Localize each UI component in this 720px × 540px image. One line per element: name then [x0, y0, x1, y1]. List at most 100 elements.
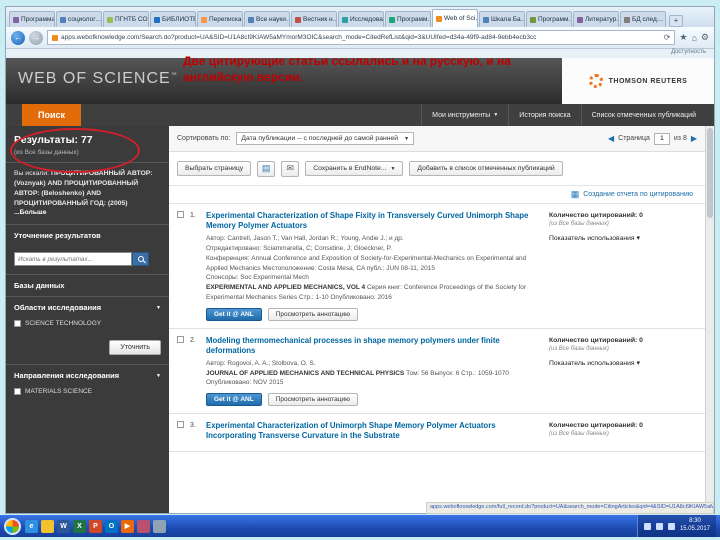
tab-favicon [295, 16, 301, 23]
favorites-star-icon[interactable]: ★ [679, 32, 687, 43]
search-within-button[interactable] [132, 252, 149, 267]
tab-label: Исследова… [350, 16, 383, 23]
refresh-icon[interactable]: ⟳ [664, 33, 671, 42]
view-abstract-button[interactable]: Просмотреть аннотацию [267, 307, 358, 321]
email-button[interactable]: ✉ [281, 160, 300, 177]
times-cited[interactable]: Количество цитирований: 0 [549, 337, 697, 344]
forward-button[interactable]: → [29, 30, 43, 45]
outlook-icon[interactable]: O [105, 519, 118, 533]
notepad-icon[interactable] [153, 519, 166, 533]
paint-icon[interactable] [137, 519, 150, 533]
result-authors: Автор: Cantrell, Jason T.; Van Hall, Jor… [206, 235, 404, 243]
browser-tab[interactable]: БД след… [620, 11, 666, 27]
result-citation-column: Количество цитирований: 0 (из Все базы д… [549, 421, 697, 444]
materials-science-checkbox[interactable] [14, 388, 21, 396]
view-abstract-button[interactable]: Просмотреть аннотацию [267, 393, 358, 406]
result-main: Experimental Characterization of Shape F… [206, 211, 543, 321]
browser-tab[interactable]: ПГНТБ СО… [103, 11, 149, 27]
export-button[interactable]: ▤ [257, 160, 276, 177]
result-conference: Конференция: Annual Conference and Expos… [206, 254, 527, 272]
prev-page-icon[interactable]: ◀ [608, 134, 614, 143]
tab-label: Программа… [21, 16, 55, 23]
refine-results-title: Уточнение результатов [14, 231, 101, 241]
sort-selected-value: Дата публикации -- с последней до самой … [241, 135, 399, 142]
browser-tab[interactable]: БИБЛИОТЕ… [150, 11, 196, 27]
search-within-input[interactable] [14, 252, 132, 267]
info-hint-text[interactable]: Доступность [671, 49, 706, 55]
browser-tab[interactable]: Исследова… [338, 11, 384, 27]
times-cited[interactable]: Количество цитирований: 0 [549, 422, 697, 429]
result-authors: Автор: Rogovoi, A. A.; Stolbova, O. S. [206, 359, 316, 367]
nav-marked-list[interactable]: Список отмеченных публикаций [580, 104, 706, 126]
tab-label: ПГНТБ СО… [115, 16, 148, 23]
browser-tab[interactable]: Web of Sci… [432, 9, 478, 27]
browser-tab[interactable]: Все науки… [244, 11, 290, 27]
tray-antivirus-icon[interactable] [667, 522, 675, 530]
science-technology-checkbox[interactable] [14, 320, 21, 328]
wos-logo-text: WEB OF SCIENCE [18, 70, 171, 87]
tab-favicon [107, 16, 113, 23]
result-title-link[interactable]: Modeling thermomechanical processes in s… [206, 336, 537, 356]
taskbar-clock[interactable]: 8:30 15.05.2017 [680, 518, 710, 534]
result-row: 1. Experimental Characterization of Shap… [169, 204, 705, 329]
section-research-domains[interactable]: Направления исследования ▼ [6, 364, 169, 386]
media-player-icon[interactable]: ▶ [121, 519, 134, 533]
nav-tab-search[interactable]: Поиск [22, 104, 82, 126]
internet-explorer-icon[interactable]: e [25, 519, 38, 533]
results-content: Сортировать по: Дата публикации -- с пос… [169, 126, 705, 513]
tab-favicon [624, 16, 630, 23]
page-number-input[interactable] [653, 132, 670, 145]
usage-count-link[interactable]: Показатель использования ▾ [549, 359, 697, 367]
usage-count-link[interactable]: Показатель использования ▾ [549, 234, 697, 242]
browser-tab[interactable]: Программ… [526, 11, 572, 27]
select-page-button[interactable]: Выбрать страницу [177, 161, 252, 176]
page-label: Страница [618, 135, 650, 142]
section-databases[interactable]: Базы данных [6, 274, 169, 296]
sort-select[interactable]: Дата публикации -- с последней до самой … [236, 132, 415, 145]
browser-tab[interactable]: Переписка… [197, 11, 243, 27]
browser-tab-strip: Программа… социолог… ПГНТБ СО… БИБЛИОТЕ… Пер… [6, 7, 714, 27]
nav-search-history[interactable]: История поиска [508, 104, 580, 126]
excel-icon[interactable]: X [73, 519, 86, 533]
new-tab-button[interactable]: + [669, 15, 683, 27]
nav-my-tools[interactable]: Мои инструменты ▼ [421, 104, 508, 126]
explorer-icon[interactable] [41, 519, 54, 533]
result-checkbox[interactable] [177, 211, 184, 218]
add-to-marked-list-button[interactable]: Добавить в список отмеченных публикаций [409, 161, 563, 176]
tab-favicon [342, 16, 348, 23]
browser-tab[interactable]: социолог… [56, 11, 102, 27]
home-icon[interactable]: ⌂ [691, 33, 696, 43]
next-page-icon[interactable]: ▶ [691, 134, 697, 143]
result-checkbox[interactable] [177, 421, 184, 428]
materials-science-label: MATERIALS SCIENCE [25, 388, 93, 396]
result-citation-column: Количество цитирований: 0 (из Все базы д… [549, 211, 697, 321]
page-scrollbar[interactable] [705, 126, 714, 513]
result-title-link[interactable]: Experimental Characterization of Shape F… [206, 211, 537, 231]
result-title-link[interactable]: Experimental Characterization of Unimorp… [206, 421, 537, 441]
save-endnote-button[interactable]: Сохранить в EndNote... ▼ [305, 161, 404, 176]
refine-button-row: Уточнить [6, 334, 169, 364]
browser-tab[interactable]: Шкала Ба… [479, 11, 525, 27]
get-it-button[interactable]: Get it @ ANL [206, 393, 262, 406]
browser-tab[interactable]: Литератур… [573, 11, 619, 27]
browser-tab[interactable]: Программа… [9, 11, 55, 27]
tray-network-icon[interactable] [643, 522, 651, 530]
citation-report-link[interactable]: Создание отчета по цитированию [583, 191, 693, 198]
browser-tab[interactable]: Программ… [385, 11, 431, 27]
tray-volume-icon[interactable] [655, 522, 663, 530]
more-link[interactable]: ...Больше [14, 209, 46, 216]
scrollbar-thumb[interactable] [707, 128, 713, 218]
word-icon[interactable]: W [57, 519, 70, 533]
settings-gear-icon[interactable]: ⚙ [701, 32, 709, 43]
browser-tab[interactable]: Вестник н… [291, 11, 337, 27]
powerpoint-icon[interactable]: P [89, 519, 102, 533]
section-research-areas[interactable]: Области исследования ▼ [6, 296, 169, 318]
get-it-button[interactable]: Get it @ ANL [206, 307, 262, 321]
back-button[interactable]: ← [11, 30, 25, 45]
refine-button[interactable]: Уточнить [109, 340, 161, 356]
start-button[interactable] [4, 517, 21, 535]
times-cited[interactable]: Количество цитирований: 0 [549, 212, 697, 219]
search-history-label: История поиска [519, 111, 571, 119]
result-checkbox[interactable] [177, 335, 184, 343]
url-field[interactable]: apps.webofknowledge.com/Search.do?produc… [47, 30, 676, 45]
